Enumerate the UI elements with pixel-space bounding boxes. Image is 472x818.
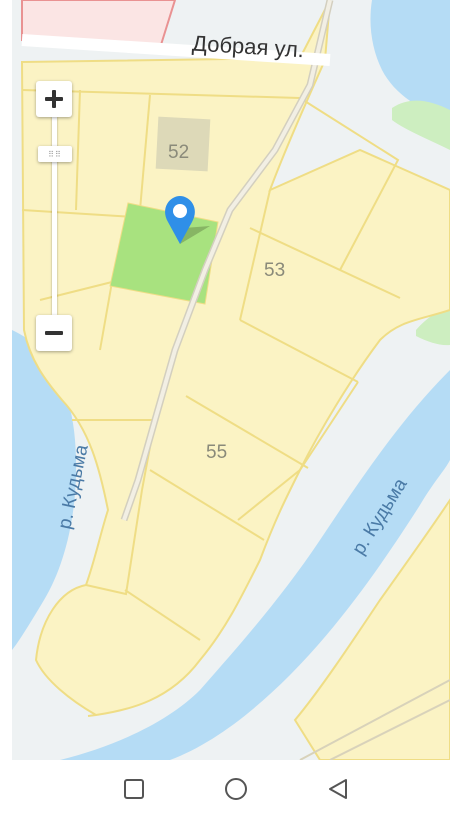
back-button[interactable] xyxy=(321,772,355,806)
square-icon xyxy=(124,779,144,799)
grip-icon: ⠿⠿ xyxy=(48,149,62,159)
zoom-out-button[interactable] xyxy=(36,315,72,351)
circle-icon xyxy=(225,778,247,800)
system-navigation-bar xyxy=(0,760,472,818)
plot-number-55: 55 xyxy=(206,442,227,463)
zoom-slider-handle[interactable]: ⠿⠿ xyxy=(38,146,72,162)
highlighted-plot[interactable] xyxy=(109,202,219,305)
map-view[interactable]: Добрая ул. 52 53 55 р. Кудьма р. Кудьма … xyxy=(12,0,450,760)
plot-number-53: 53 xyxy=(264,260,285,281)
plus-icon xyxy=(45,90,63,108)
triangle-back-icon xyxy=(329,779,347,799)
plot-number-52: 52 xyxy=(168,142,189,163)
recent-apps-button[interactable] xyxy=(117,772,151,806)
zoom-in-button[interactable] xyxy=(36,81,72,117)
home-button[interactable] xyxy=(219,772,253,806)
minus-icon xyxy=(45,324,63,342)
